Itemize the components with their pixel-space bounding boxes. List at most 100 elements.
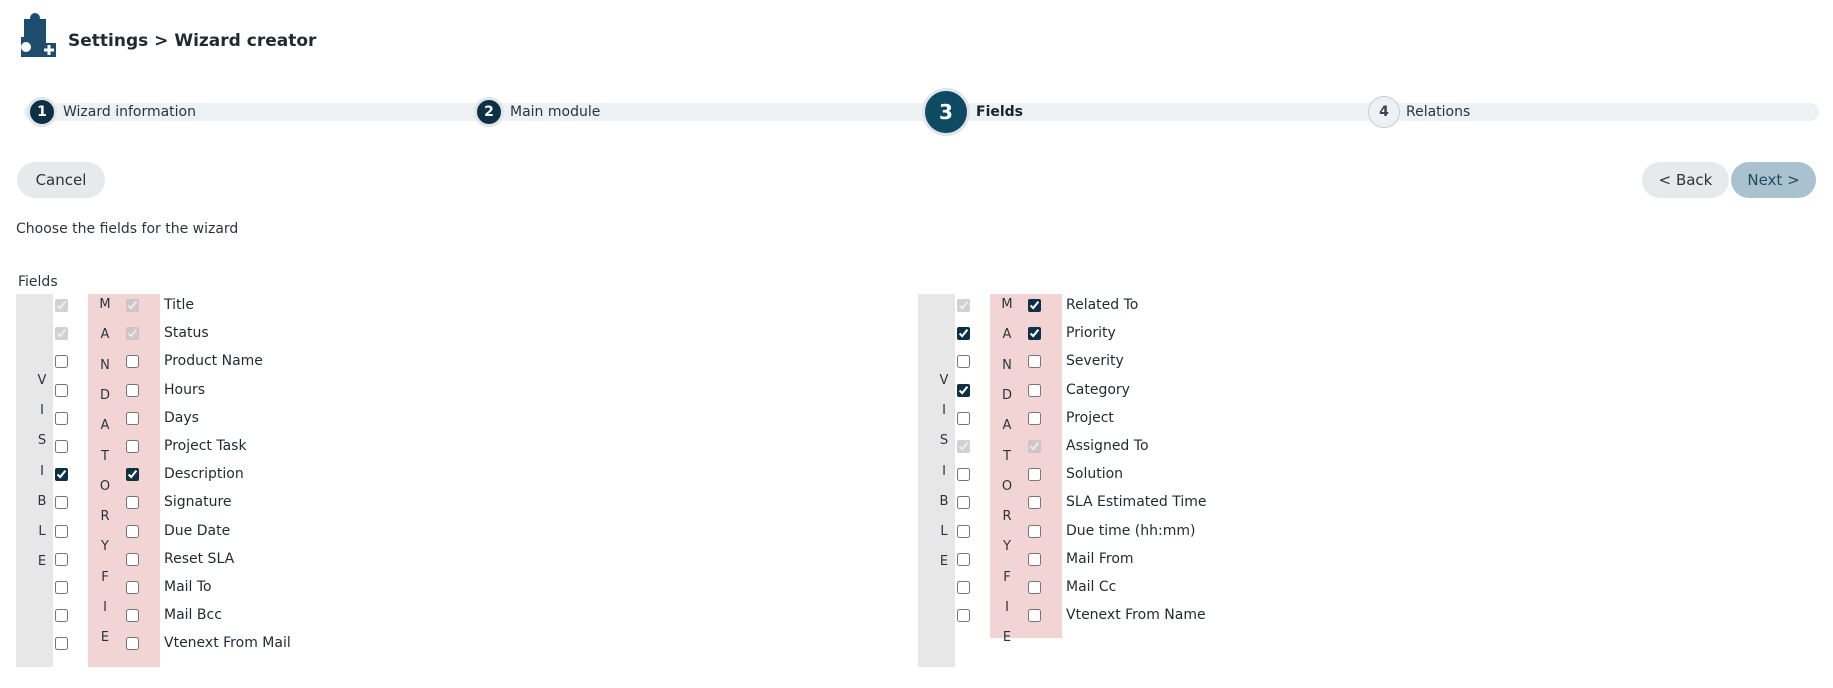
mandatory-checkbox[interactable]	[1028, 355, 1041, 369]
mandatory-letter: T	[1003, 448, 1011, 464]
visible-letter: I	[40, 463, 44, 479]
visible-checkbox[interactable]	[957, 496, 970, 510]
mandatory-letter: O	[1001, 478, 1013, 494]
mandatory-checkbox[interactable]	[1028, 299, 1041, 312]
mandatory-checkbox[interactable]	[1028, 581, 1041, 594]
mandatory-checkbox[interactable]	[1028, 383, 1041, 397]
step-main-module[interactable]: 2 Main module	[474, 97, 600, 127]
step-label: Main module	[510, 104, 601, 120]
visible-letter: E	[37, 554, 47, 570]
mandatory-checkbox[interactable]	[126, 440, 139, 453]
mandatory-checkbox[interactable]	[126, 468, 139, 482]
visible-letter: S	[37, 433, 47, 449]
visible-letter: L	[940, 524, 948, 539]
mandatory-checkbox[interactable]	[1028, 552, 1041, 566]
mandatory-letter: N	[1002, 357, 1012, 373]
visible-checkbox[interactable]	[55, 355, 68, 369]
mandatory-checkbox[interactable]	[1028, 524, 1041, 538]
mandatory-letter: Y	[1003, 539, 1011, 555]
visible-letter: L	[38, 524, 46, 539]
visible-checkbox[interactable]	[957, 524, 970, 538]
visible-checkbox[interactable]	[957, 327, 970, 341]
visible-checkbox[interactable]	[957, 552, 970, 566]
mandatory-letter: D	[1001, 387, 1012, 403]
mandatory-checkbox[interactable]	[1028, 411, 1041, 425]
back-button[interactable]: < Back	[1642, 162, 1729, 198]
visible-checkbox[interactable]	[55, 468, 68, 482]
visible-checkbox[interactable]	[55, 609, 68, 623]
visible-checkbox[interactable]	[55, 440, 68, 453]
field-label: Vtenext From Name	[1066, 607, 1206, 624]
mandatory-checkbox[interactable]	[126, 637, 139, 651]
visible-checkbox	[957, 299, 970, 312]
step-relations[interactable]: 4 Relations	[1368, 96, 1470, 128]
mandatory-letter: T	[101, 448, 109, 464]
field-label: Project Task	[164, 438, 247, 454]
mandatory-checkbox	[126, 327, 139, 341]
mandatory-letter: D	[99, 387, 110, 403]
field-label: Reset SLA	[164, 550, 235, 567]
visible-checkbox[interactable]	[55, 496, 68, 510]
page-title: Settings > Wizard creator	[68, 31, 317, 51]
next-button[interactable]: Next >	[1731, 162, 1816, 198]
mandatory-checkbox[interactable]	[126, 609, 139, 623]
visible-letter: I	[40, 403, 44, 419]
field-label: Title	[164, 297, 195, 313]
field-label: Mail Cc	[1066, 579, 1117, 595]
visible-checkbox[interactable]	[957, 609, 970, 623]
mandatory-letter: I	[103, 600, 107, 615]
visible-checkbox[interactable]	[957, 355, 970, 369]
step-label: Wizard information	[63, 104, 196, 120]
field-label: Product Name	[164, 353, 263, 370]
field-label: Assigned To	[1066, 438, 1149, 454]
mandatory-letter: Y	[101, 539, 109, 555]
mandatory-checkbox[interactable]	[1028, 609, 1041, 623]
field-label: Mail Bcc	[164, 607, 222, 624]
step-number: 2	[474, 97, 504, 127]
visible-checkbox[interactable]	[957, 468, 970, 482]
step-number: 1	[27, 97, 57, 127]
field-label: Solution	[1066, 466, 1124, 483]
field-label: Priority	[1066, 325, 1116, 342]
visible-checkbox[interactable]	[55, 383, 68, 397]
visible-checkbox[interactable]	[55, 552, 68, 566]
mandatory-checkbox[interactable]	[126, 524, 139, 538]
visible-checkbox[interactable]	[55, 637, 68, 651]
mandatory-checkbox[interactable]	[126, 411, 139, 425]
mandatory-checkbox[interactable]	[1028, 468, 1041, 482]
visible-checkbox[interactable]	[55, 581, 68, 594]
visible-letter: I	[942, 463, 946, 479]
mandatory-letter: M	[1001, 297, 1013, 312]
mandatory-checkbox[interactable]	[126, 496, 139, 510]
field-label: Hours	[164, 381, 206, 398]
visible-checkbox[interactable]	[55, 524, 68, 538]
step-fields[interactable]: 3 Fields	[922, 88, 1023, 136]
visible-checkbox[interactable]	[55, 411, 68, 425]
mandatory-checkbox[interactable]	[1028, 327, 1041, 341]
mandatory-letter: N	[100, 357, 110, 373]
mandatory-checkbox[interactable]	[126, 581, 139, 594]
mandatory-checkbox[interactable]	[126, 355, 139, 369]
visible-letter: I	[942, 403, 946, 419]
field-label: Mail From	[1066, 550, 1134, 567]
visible-checkbox[interactable]	[957, 383, 970, 397]
mandatory-checkbox	[126, 299, 139, 312]
mandatory-checkbox[interactable]	[126, 383, 139, 397]
visible-letter: V	[37, 373, 47, 388]
mandatory-checkbox[interactable]	[126, 552, 139, 566]
visible-column	[16, 294, 53, 667]
visible-letter: V	[939, 373, 949, 388]
mandatory-checkbox[interactable]	[1028, 496, 1041, 510]
field-label: SLA Estimated Time	[1066, 494, 1207, 511]
step-wizard-information[interactable]: 1 Wizard information	[27, 97, 196, 127]
visible-letter: S	[939, 433, 949, 449]
puzzle-plus-icon	[21, 13, 56, 57]
field-label: Related To	[1066, 297, 1139, 313]
cancel-button[interactable]: Cancel	[17, 162, 105, 198]
visible-letter: B	[939, 493, 949, 509]
step-label: Relations	[1406, 104, 1471, 120]
mandatory-letter: R	[1002, 509, 1012, 525]
field-label: Status	[164, 325, 209, 342]
visible-checkbox[interactable]	[957, 411, 970, 425]
visible-checkbox[interactable]	[957, 581, 970, 594]
